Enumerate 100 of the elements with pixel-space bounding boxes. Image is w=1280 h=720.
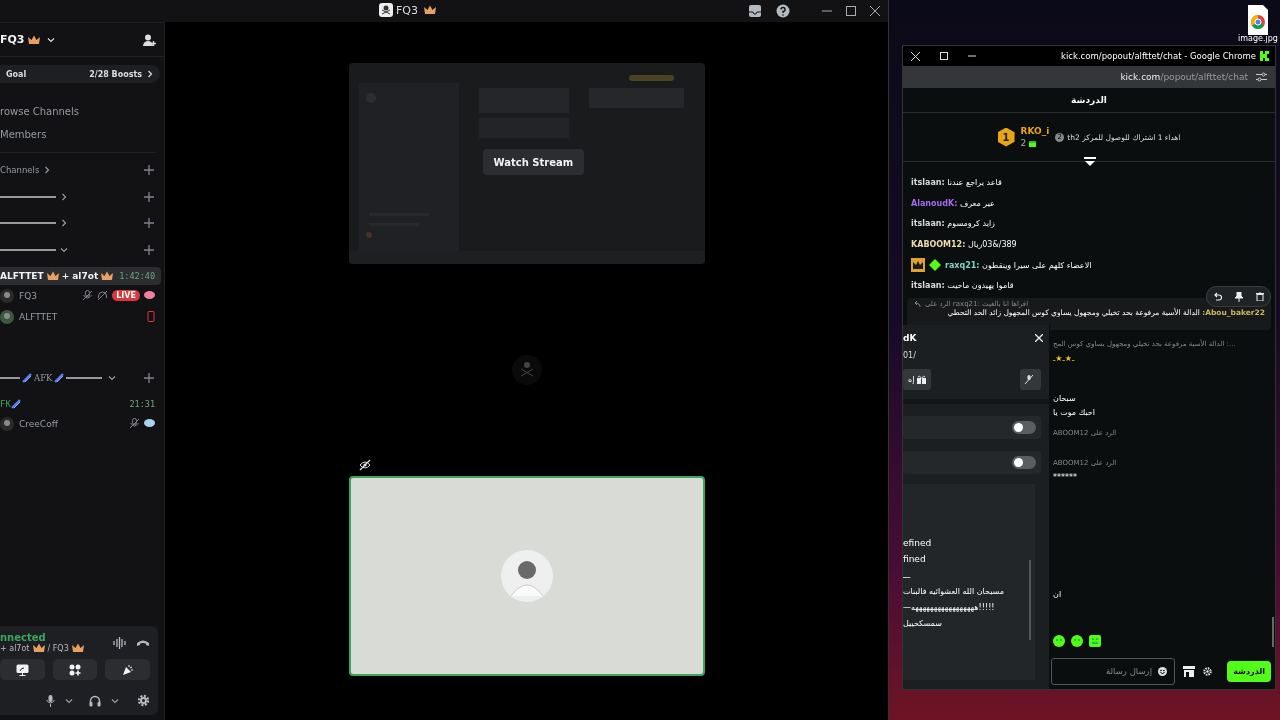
- profile-detail: 01/: [903, 351, 917, 362]
- mute-button[interactable]: [1020, 369, 1041, 390]
- close-icon[interactable]: [870, 6, 880, 16]
- chat-message: احبك موت يا: [1053, 408, 1097, 420]
- crown-icon: [71, 643, 84, 653]
- chevron-icon[interactable]: [65, 696, 73, 705]
- activities-button[interactable]: [52, 659, 98, 680]
- gift-button[interactable]: إه: [903, 369, 932, 390]
- microphone-icon[interactable]: [46, 694, 55, 707]
- crown-badge-icon: [911, 258, 925, 273]
- divider-line: [0, 377, 20, 379]
- store-icon[interactable]: [1183, 665, 1195, 677]
- chevron-icon[interactable]: [43, 166, 52, 175]
- link-icon: [22, 373, 32, 383]
- party-popper-icon: [121, 663, 134, 676]
- crown-icon: [27, 34, 40, 45]
- nav-item[interactable]: Members: [0, 123, 156, 146]
- chat-title: الدردشة: [1071, 95, 1107, 105]
- username: dK: [903, 333, 917, 343]
- gift-count: 2: [1020, 137, 1027, 149]
- crown-icon: [101, 271, 114, 281]
- settings-icon[interactable]: [137, 694, 150, 707]
- send-button[interactable]: الدردشة: [1227, 660, 1271, 682]
- add-icon[interactable]: [144, 218, 154, 229]
- minimize-icon[interactable]: [968, 52, 976, 60]
- message-text: ـــ: [903, 570, 912, 582]
- gift-icon: [1029, 139, 1037, 147]
- screen-share-button[interactable]: [0, 659, 45, 680]
- add-icon[interactable]: [144, 373, 154, 383]
- voice-channel[interactable]: ALFTTET + al7ot 1:42:40: [0, 267, 161, 285]
- rank-badge: 1: [997, 127, 1015, 147]
- watch-stream-button[interactable]: Watch Stream: [482, 149, 585, 175]
- voice-member[interactable]: ALFTTET: [0, 306, 164, 327]
- chat-message: ******: [1053, 473, 1078, 485]
- add-icon[interactable]: [144, 191, 154, 202]
- chrome-file-icon[interactable]: [1246, 5, 1270, 35]
- pin-icon: [1234, 291, 1243, 302]
- trash-icon: [1255, 292, 1264, 302]
- redacted-line: [0, 248, 56, 251]
- reply-icon: [913, 300, 921, 308]
- emote-icon: [1089, 635, 1101, 647]
- soundwave-icon[interactable]: [113, 636, 126, 649]
- emoji-icon[interactable]: [1158, 666, 1167, 676]
- voice-member[interactable]: CreeCoff: [0, 413, 164, 434]
- file-label[interactable]: image.jpg: [1238, 35, 1278, 41]
- help-icon[interactable]: [776, 4, 790, 18]
- app-logo-icon: [379, 3, 393, 17]
- message-input[interactable]: إرسال رسالة: [1051, 657, 1175, 685]
- voice-channel[interactable]: FK 21:31: [0, 395, 161, 413]
- scroll-down-icon[interactable]: [1084, 157, 1096, 167]
- hidden-video-icon[interactable]: [358, 459, 371, 471]
- window-title: FQ3: [396, 3, 418, 17]
- chat-message: سبحان: [1053, 394, 1077, 406]
- message-text: !!!!!هههههههههههههههههه—: [903, 603, 996, 615]
- add-member-icon[interactable]: [143, 33, 156, 46]
- avatar: [500, 550, 553, 602]
- url-text[interactable]: kick.com/popout/alfttet/chat: [1120, 72, 1248, 82]
- toggle-switch[interactable]: [1012, 456, 1036, 469]
- message-text: مسبحان الله العشوائيه فالبنات: [903, 586, 1005, 598]
- screen-share-icon: [15, 663, 29, 676]
- add-icon[interactable]: [144, 165, 154, 176]
- diamond-badge-icon: [929, 259, 941, 272]
- crown-icon: [32, 643, 45, 653]
- chevron-icon[interactable]: [108, 374, 117, 382]
- divider-line: [66, 377, 103, 379]
- avatar-icon: [511, 355, 542, 385]
- chat-message: ـ★ـ★ـ: [1053, 354, 1076, 366]
- chevron-icon[interactable]: [60, 219, 68, 228]
- chevron-icon[interactable]: [111, 696, 119, 705]
- window-title: kick.com/popout/alfttet/chat - Google Chrome: [1061, 51, 1256, 61]
- crown-icon: [424, 5, 436, 15]
- live-badge: LIVE: [112, 290, 140, 301]
- nav-item[interactable]: rowse Channels: [0, 100, 156, 123]
- message-text: fined: [903, 554, 927, 567]
- add-icon[interactable]: [144, 244, 154, 255]
- voice-member[interactable]: FQ3 LIVE: [0, 285, 164, 306]
- redacted-line: [0, 222, 56, 225]
- username[interactable]: RKO_i: [1020, 125, 1050, 137]
- headphones-icon[interactable]: [89, 694, 101, 707]
- boost-goal-bar[interactable]: Goal 2/28 Boosts: [0, 65, 160, 83]
- scrollbar[interactable]: [1029, 560, 1031, 640]
- undo-icon: [1213, 292, 1222, 302]
- category-label[interactable]: AFK: [34, 373, 53, 383]
- maximize-icon[interactable]: [846, 6, 856, 16]
- emote-icon: [1053, 635, 1065, 647]
- inbox-icon[interactable]: [748, 4, 762, 18]
- chevron-icon[interactable]: [60, 245, 68, 254]
- soundboard-button[interactable]: [105, 659, 150, 680]
- redacted-line: [0, 195, 56, 198]
- tune-icon[interactable]: [1256, 72, 1267, 82]
- server-name[interactable]: FQ3: [0, 33, 25, 46]
- chevron-icon[interactable]: [60, 192, 68, 201]
- hang-up-icon[interactable]: [136, 638, 150, 647]
- chevron-icon[interactable]: [46, 35, 55, 44]
- message-text: efined: [903, 538, 933, 550]
- avatar-icon: [0, 309, 14, 324]
- category-label[interactable]: Channels: [0, 165, 40, 176]
- connection-status: nnected: [0, 632, 47, 643]
- scrollbar[interactable]: [1272, 617, 1274, 647]
- toggle-switch[interactable]: [1012, 421, 1036, 434]
